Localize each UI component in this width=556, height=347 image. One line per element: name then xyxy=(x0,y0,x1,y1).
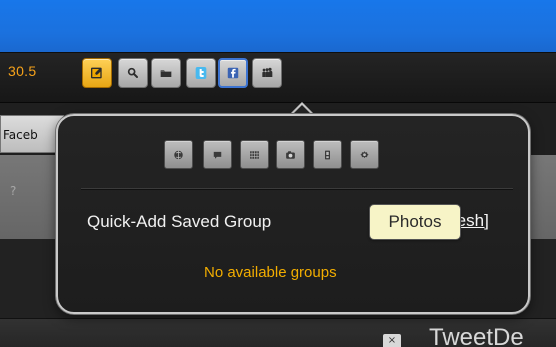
top-blue-strip xyxy=(0,0,556,52)
device-icon xyxy=(325,150,330,159)
device-tab-button[interactable] xyxy=(313,140,342,169)
camera-icon xyxy=(286,150,295,159)
myspace-button[interactable] xyxy=(252,58,282,88)
popup-divider xyxy=(81,188,513,189)
globe-icon xyxy=(174,150,183,159)
folder-icon xyxy=(160,70,172,77)
photos-tab-button[interactable] xyxy=(276,140,305,169)
photos-tooltip: Photos xyxy=(369,204,461,240)
compose-icon xyxy=(91,67,102,79)
quick-add-popup: Quick-Add Saved Group resh] Photos No av… xyxy=(56,114,530,314)
twitter-button[interactable] xyxy=(186,58,216,88)
folder-button[interactable] xyxy=(151,58,181,88)
facebook-button[interactable] xyxy=(218,58,248,88)
facebook-icon xyxy=(227,67,239,79)
search-icon xyxy=(127,67,138,78)
chat-tab-button[interactable] xyxy=(203,140,232,169)
search-button[interactable] xyxy=(118,58,148,88)
gear-icon xyxy=(360,150,369,158)
grid-tab-button[interactable] xyxy=(240,140,269,169)
settings-tab-button[interactable] xyxy=(350,140,379,169)
quick-add-title: Quick-Add Saved Group xyxy=(87,212,272,231)
column-close-icon[interactable]: × xyxy=(383,334,401,347)
globe-tab-button[interactable] xyxy=(164,140,193,169)
facebook-column-tab[interactable]: Faceb xyxy=(0,115,64,153)
myspace-icon xyxy=(262,67,273,77)
no-groups-message: No available groups xyxy=(204,264,337,281)
compose-button[interactable] xyxy=(82,58,112,88)
column-title: TweetDe xyxy=(429,324,524,347)
grid-icon xyxy=(250,150,259,159)
question-marker: ? xyxy=(10,184,17,198)
twitter-icon xyxy=(195,67,207,79)
screen: 30.5 Faceb ? × TweetDe Quick-Add Saved G… xyxy=(0,0,556,347)
version-label: 30.5 xyxy=(8,63,37,79)
chat-icon xyxy=(213,151,222,159)
